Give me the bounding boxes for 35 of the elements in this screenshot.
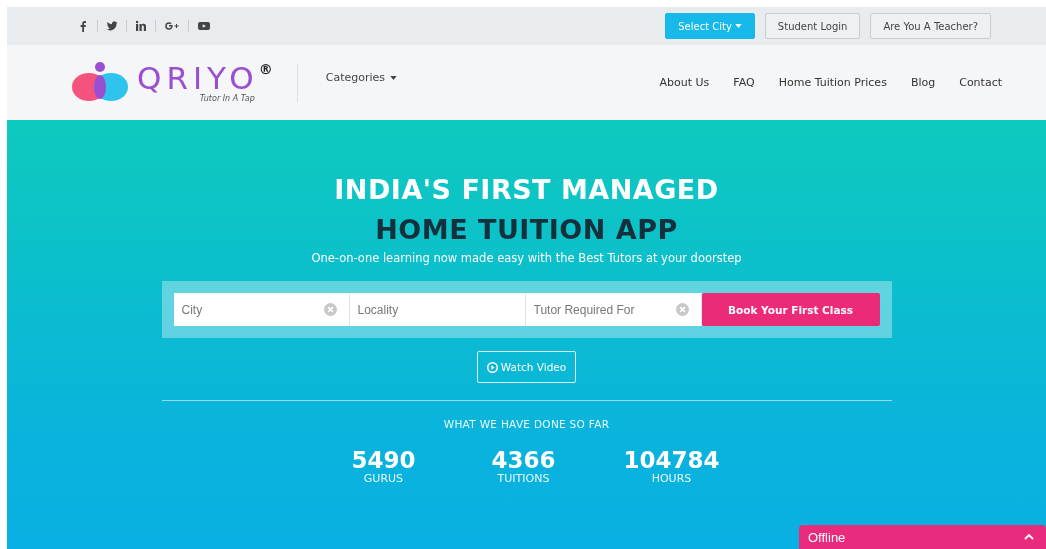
- registered-mark: ®: [258, 62, 273, 76]
- book-button[interactable]: Book Your First Class: [701, 293, 880, 326]
- categories-dropdown[interactable]: Categories: [325, 71, 398, 84]
- stat-label: GURUS: [363, 472, 404, 485]
- stat-value: 4366: [491, 448, 556, 472]
- caret-icon: [734, 24, 742, 28]
- stat-value: 5490: [351, 448, 416, 472]
- chat-bar[interactable]: Offline: [799, 525, 1046, 549]
- caret-icon: [390, 75, 398, 80]
- googleplus-icon[interactable]: [164, 20, 180, 32]
- nav-link[interactable]: Blog: [910, 76, 936, 89]
- play-icon: [486, 361, 498, 373]
- youtube-icon[interactable]: [197, 20, 211, 32]
- nav-link[interactable]: Home Tuition Prices: [778, 76, 887, 89]
- chat-status: Offline: [808, 529, 846, 545]
- stat-value: 104784: [623, 448, 720, 472]
- logo-tagline: Tutor In A Tap: [199, 94, 255, 103]
- search-field[interactable]: Locality: [349, 293, 526, 326]
- twitter-icon[interactable]: [106, 20, 118, 32]
- search-field[interactable]: Tutor Required For: [525, 293, 702, 326]
- search-field[interactable]: City: [173, 293, 350, 326]
- nav-link[interactable]: FAQ: [733, 76, 755, 89]
- stat-label: HOURS: [651, 472, 692, 485]
- hero-title: INDIA'S FIRST MANAGED: [334, 173, 719, 207]
- hero-title: HOME TUITION APP: [375, 213, 678, 247]
- nav-link[interactable]: About Us: [659, 76, 710, 89]
- top-button[interactable]: Are You A Teacher?: [870, 13, 991, 39]
- nav-link[interactable]: Contact: [959, 76, 1002, 89]
- chevron-up-icon: [1024, 534, 1034, 540]
- logo-wordmark: QRIYO: [137, 62, 259, 94]
- stats-heading: WHAT WE HAVE DONE SO FAR: [443, 418, 610, 430]
- stat-label: TUITIONS: [497, 472, 550, 485]
- hero-subtitle: One-on-one learning now made easy with the Best Tutors at your doorstep: [311, 251, 742, 265]
- linkedin-icon[interactable]: [135, 20, 147, 32]
- top-button[interactable]: Student Login: [764, 13, 861, 39]
